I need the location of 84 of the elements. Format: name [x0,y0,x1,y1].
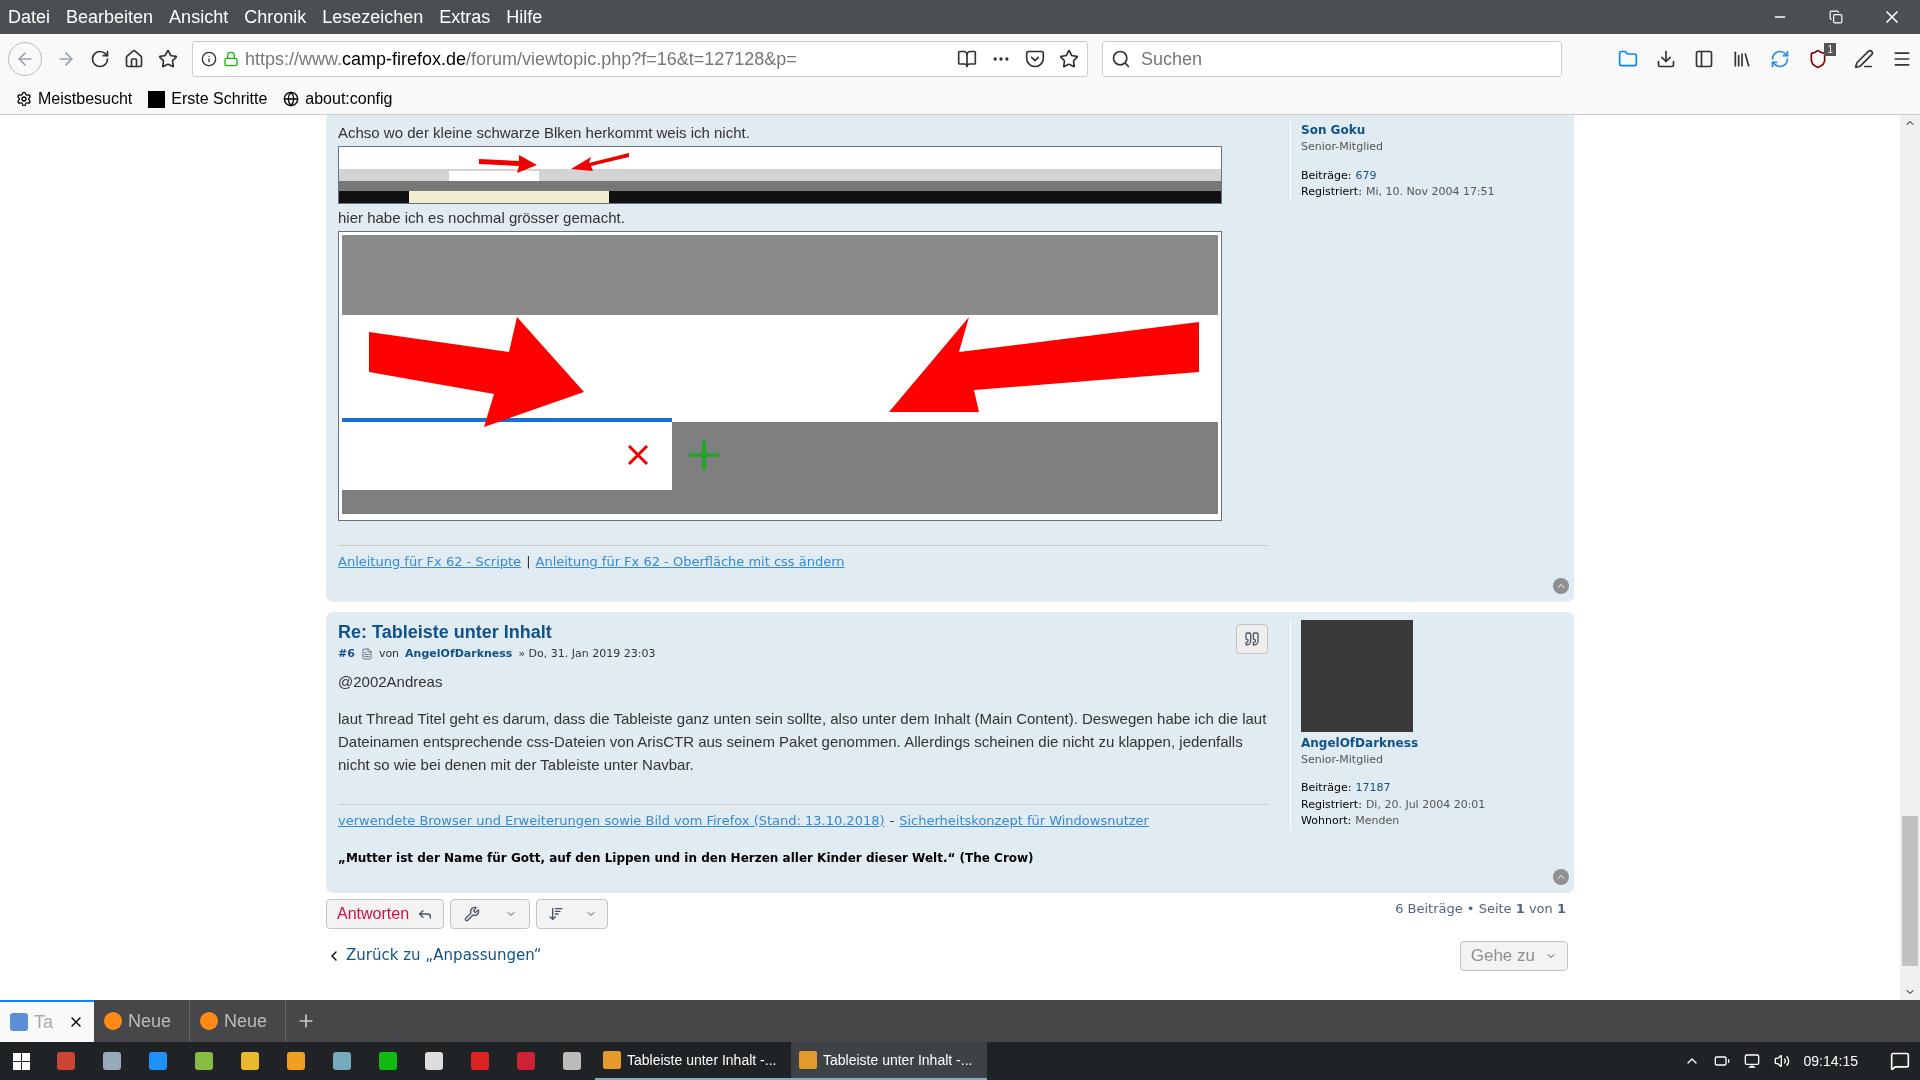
download-icon[interactable] [1656,49,1677,69]
tab-favicon-icon [104,1012,122,1030]
url-bar[interactable]: https://www.camp-firefox.de/forum/viewtopic.php?f=16&t=127128&p= [192,41,1088,77]
username-link[interactable]: AngelOfDarkness [1301,733,1550,752]
scroll-top-icon[interactable] [1553,577,1569,594]
restore-icon[interactable] [1829,10,1843,24]
profile-label: Registriert: [1301,796,1362,813]
notification-icon[interactable] [1890,1051,1910,1071]
profile-link[interactable]: 17187 [1355,780,1391,797]
profile-value: Menden [1355,813,1400,829]
sync-icon[interactable] [1770,49,1791,69]
tab-favicon-icon [200,1012,218,1030]
username-link[interactable]: Son Goku [1301,121,1550,139]
post-text: Achso wo der kleine schwarze Blken herkommt weis ich nicht. [338,123,751,143]
profile-link[interactable]: 679 [1355,167,1377,184]
taskbar-window[interactable]: Tableiste unter Inhalt -... [595,1042,791,1080]
profile-label: Wohnort: [1301,813,1352,829]
user-rank: Senior-Mitglied [1301,139,1384,155]
shield-icon[interactable] [1808,49,1829,69]
count-badge: 1 [1824,43,1836,56]
profile-value: Di, 20. Jul 2004 20:01 [1365,796,1486,813]
app-icon [603,1051,621,1069]
profile-value: Mi, 10. Nov 2004 17:51 [1365,184,1495,200]
wrench-icon [463,905,480,922]
menu-item[interactable]: Chronik [244,3,307,31]
sidebar-icon[interactable] [1694,49,1715,69]
globe-icon [283,91,300,107]
post-date: » Do, 31. Jan 2019 23:03 [518,645,656,662]
post-text: hier habe ich es nochmal grösser gemacht. [338,208,626,228]
reply-button[interactable]: Antworten [326,898,445,929]
square-icon [148,90,166,108]
menu-icon[interactable] [1892,49,1912,69]
quote-button[interactable] [1236,623,1268,654]
menu-item[interactable]: Lesezeichen [322,3,424,31]
post-text: laut Thread Titel geht es darum, dass die Tableiste ganz unten sein sollte, also unter dem Inhalt (Main Content). Deswegen habe ich die laut Dateinamen entsprechende css-Dateien von ArisCTR aus seinem Paket genommen. Allerdings scheinen die nicht zu klappen, jedenfalls nicht so wie bei denen mit der Tableiste unter Navbar. [338,709,1268,775]
bookmark-item[interactable]: Meistbesucht [38,87,133,111]
signature-quote: „Mutter ist der Name für Gott, auf den Lippen und in den Herzen aller Kinder dieser Welt.“ (The Crow) [338,849,1035,867]
document-icon [360,647,373,660]
menu-item[interactable]: Extras [439,3,491,31]
tab-favicon-icon [10,1013,28,1031]
lock-icon [223,51,239,67]
scrollbar[interactable] [1900,115,1920,1000]
post-text: @2002Andreas [338,672,444,692]
pocket-icon[interactable] [1025,49,1045,69]
menu-item[interactable]: Datei [8,3,51,31]
bookmark-item[interactable]: about:config [305,87,393,111]
scroll-top-icon[interactable] [1553,868,1569,885]
search-icon [1111,49,1131,69]
sort-icon [547,905,564,922]
menu-item[interactable]: Ansicht [169,3,229,31]
profile-label: Beiträge: [1301,780,1352,796]
pagination-text: 6 Beiträge • Seite 1 von 1 [1395,899,1566,918]
menu-item[interactable]: Bearbeiten [66,3,154,31]
bookmark-item[interactable]: Erste Schritte [171,87,268,111]
pen-icon[interactable] [1854,49,1874,69]
quote-icon [1244,630,1260,647]
profile-label: Beiträge: [1301,167,1352,184]
clock-text[interactable]: 09:14:15 [1803,1050,1858,1072]
separator-text: | [526,553,531,571]
reload-icon[interactable] [90,49,110,69]
gear-icon [16,91,32,107]
folder-icon[interactable] [1618,49,1639,69]
back-link[interactable]: Zurück zu „Anpassungen“ [346,944,542,967]
tools-dropdown[interactable] [450,898,531,929]
volume-icon[interactable] [1773,1053,1790,1069]
star-icon[interactable] [158,49,178,69]
home-icon[interactable] [124,49,144,69]
reader-view-icon[interactable] [957,49,977,69]
app-icon [799,1051,817,1069]
post-number-link[interactable]: #6 [338,645,355,662]
taskbar-window[interactable]: Tableiste unter Inhalt -... [791,1042,987,1080]
separator-text: - [889,812,895,830]
post-by-label: von [378,645,400,662]
user-rank: Senior-Mitglied [1301,751,1384,768]
url-text: https://www.camp-firefox.de/forum/viewtopic.php?f=16&t=127128&p= [245,47,797,71]
battery-icon[interactable] [1713,1053,1730,1069]
search-field[interactable]: Suchen [1102,41,1562,77]
star-icon[interactable] [1059,49,1079,69]
menu-item[interactable]: Hilfe [506,3,543,31]
author-link[interactable]: AngelOfDarkness [405,645,513,662]
post-title: Re: Tableiste unter Inhalt [338,620,553,644]
info-icon[interactable] [201,51,217,67]
profile-label: Registriert: [1301,184,1362,200]
scrollbar-thumb[interactable] [1902,816,1918,966]
